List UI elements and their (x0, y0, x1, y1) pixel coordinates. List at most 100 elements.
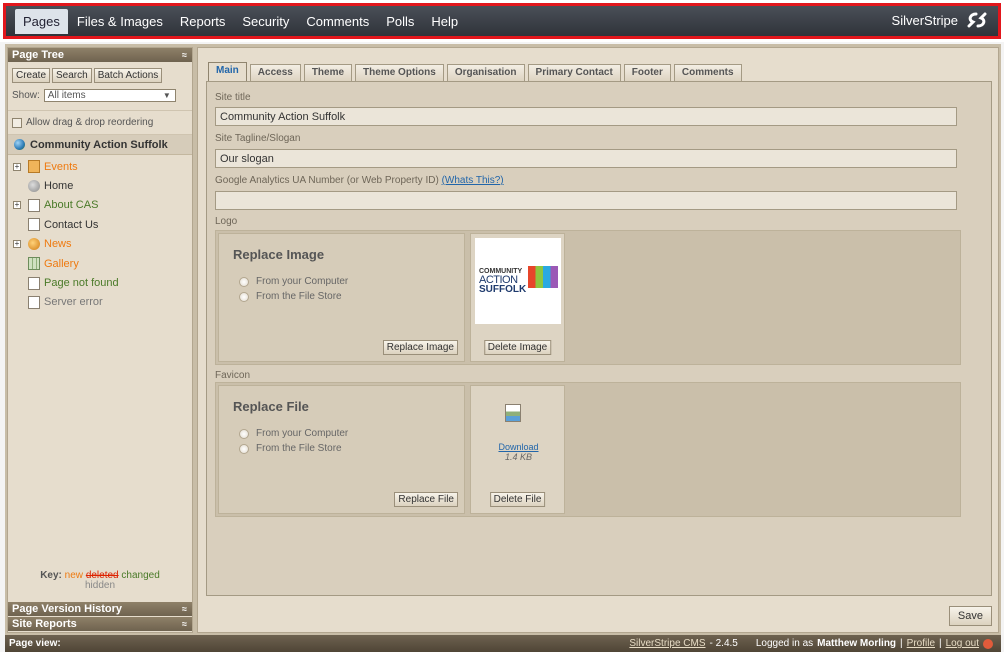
tree-item-server-error[interactable]: Server error (8, 293, 192, 312)
logo-upload: Replace Image From your Computer From th… (215, 230, 961, 365)
expand-icon[interactable]: + (13, 201, 21, 210)
nav-files-images[interactable]: Files & Images (69, 9, 171, 34)
favicon-from-computer[interactable]: From your Computer (239, 428, 348, 439)
expand-icon[interactable]: + (13, 162, 21, 171)
page-version-history-header[interactable]: Page Version History ≈ (8, 602, 192, 616)
download-info: Download 1.4 KB (471, 442, 566, 462)
tree-item-contact[interactable]: Contact Us (8, 215, 192, 234)
tagline-label: Site Tagline/Slogan (215, 133, 301, 144)
favicon-from-file-store[interactable]: From the File Store (239, 443, 342, 454)
silverstripe-logo-icon (967, 12, 987, 28)
save-button[interactable]: Save (948, 606, 992, 626)
ga-label: Google Analytics UA Number (or Web Prope… (215, 175, 504, 186)
gallery-icon (28, 257, 40, 271)
tab-bar: Main Access Theme Theme Options Organisa… (208, 62, 742, 81)
tab-theme[interactable]: Theme (303, 64, 353, 81)
nav-comments[interactable]: Comments (298, 9, 377, 34)
drag-drop-label: Allow drag & drop reordering (26, 117, 154, 128)
tagline-input[interactable] (215, 149, 957, 168)
page-view-label: Page view: (9, 638, 61, 649)
download-link[interactable]: Download (498, 442, 538, 452)
batch-actions-button[interactable]: Batch Actions (93, 68, 163, 83)
site-title-input[interactable] (215, 107, 957, 126)
tree-item-home[interactable]: Home (8, 176, 192, 195)
page-icon (28, 295, 40, 309)
key-label: Key: (40, 570, 62, 581)
show-filter: Show: All items ▼ (8, 87, 192, 104)
tab-organisation[interactable]: Organisation (446, 64, 525, 81)
tab-primary-contact[interactable]: Primary Contact (527, 64, 621, 81)
tab-main[interactable]: Main (208, 62, 247, 81)
favicon-replace-heading: Replace File (233, 399, 309, 414)
tree-root[interactable]: Community Action Suffolk (8, 135, 192, 155)
tree-root-label: Community Action Suffolk (30, 138, 168, 151)
drag-drop-toggle[interactable]: Allow drag & drop reordering (8, 110, 192, 135)
search-button[interactable]: Search (52, 68, 92, 83)
show-select[interactable]: All items ▼ (43, 89, 176, 102)
radio-button[interactable] (239, 291, 249, 302)
cms-link[interactable]: SilverStripe CMS (629, 635, 705, 652)
show-label: Show: (12, 90, 40, 101)
tree-item-news[interactable]: + News (8, 235, 192, 254)
expand-icon[interactable]: ≈ (182, 602, 187, 616)
profile-link[interactable]: Profile (907, 635, 935, 652)
expand-icon[interactable]: + (13, 240, 21, 249)
radio-button[interactable] (239, 443, 249, 454)
tab-access[interactable]: Access (249, 64, 301, 81)
favicon-preview: Download 1.4 KB Delete File (470, 385, 565, 514)
news-icon (28, 238, 40, 251)
brand: SilverStripe (892, 12, 988, 28)
brand-name: SilverStripe (891, 12, 958, 28)
nav-polls[interactable]: Polls (378, 9, 422, 34)
whats-this-link[interactable]: (Whats This?) (442, 175, 504, 186)
logo-image: COMMUNITY ACTION SUFFOLK (475, 238, 561, 324)
site-reports-title: Site Reports (12, 618, 77, 630)
tree-item-gallery[interactable]: Gallery (8, 254, 192, 273)
logo-from-file-store[interactable]: From the File Store (239, 291, 342, 302)
nav-help[interactable]: Help (423, 9, 466, 34)
left-panel: Page Tree ≈ Create Search Batch Actions … (7, 47, 193, 633)
tree-item-label: News (44, 238, 72, 251)
page-version-history-title: Page Version History (12, 603, 123, 615)
collapse-icon[interactable]: ≈ (182, 48, 187, 62)
separator: | (900, 638, 903, 649)
logo-from-computer[interactable]: From your Computer (239, 276, 348, 287)
tree-item-label: Home (44, 180, 74, 193)
replace-file-button[interactable]: Replace File (394, 492, 458, 507)
page-icon (28, 276, 40, 290)
ga-input[interactable] (215, 191, 957, 210)
drag-drop-checkbox[interactable] (12, 117, 22, 128)
globe-icon (14, 139, 25, 150)
tree-item-about[interactable]: + About CAS (8, 196, 192, 215)
logo-replace-panel: Replace Image From your Computer From th… (218, 233, 465, 362)
create-button[interactable]: Create (12, 68, 51, 83)
image-file-icon (505, 404, 521, 422)
separator: | (939, 638, 942, 649)
page-icon (28, 218, 40, 232)
radio-button[interactable] (239, 428, 249, 439)
page-tree-header[interactable]: Page Tree ≈ (8, 48, 192, 62)
tree-item-events[interactable]: + Events (8, 157, 192, 176)
site-reports-header[interactable]: Site Reports ≈ (8, 617, 192, 631)
favicon-label: Favicon (215, 370, 251, 381)
status-right: SilverStripe CMS - 2.4.5 Logged in as Ma… (629, 635, 993, 652)
tab-comments[interactable]: Comments (673, 64, 742, 81)
main-form: Site title Site Tagline/Slogan Google An… (206, 81, 992, 596)
tab-footer[interactable]: Footer (623, 64, 671, 81)
page-tree: + Events Home + About CAS Contact Us + N… (8, 155, 192, 312)
nav-reports[interactable]: Reports (172, 9, 234, 34)
expand-icon[interactable]: ≈ (182, 617, 187, 631)
file-size: 1.4 KB (504, 452, 533, 462)
nav-pages[interactable]: Pages (15, 8, 68, 34)
tree-item-page-not-found[interactable]: Page not found (8, 273, 192, 292)
radio-button[interactable] (239, 276, 249, 287)
delete-file-button[interactable]: Delete File (489, 492, 546, 507)
logout-link[interactable]: Log out (946, 635, 979, 652)
nav-security[interactable]: Security (234, 9, 297, 34)
tab-theme-options[interactable]: Theme Options (355, 64, 444, 81)
page-icon (28, 198, 40, 212)
delete-image-button[interactable]: Delete Image (483, 340, 552, 355)
tree-item-label: Contact Us (44, 218, 99, 231)
tree-item-label: About CAS (44, 199, 99, 212)
replace-image-button[interactable]: Replace Image (382, 340, 458, 355)
